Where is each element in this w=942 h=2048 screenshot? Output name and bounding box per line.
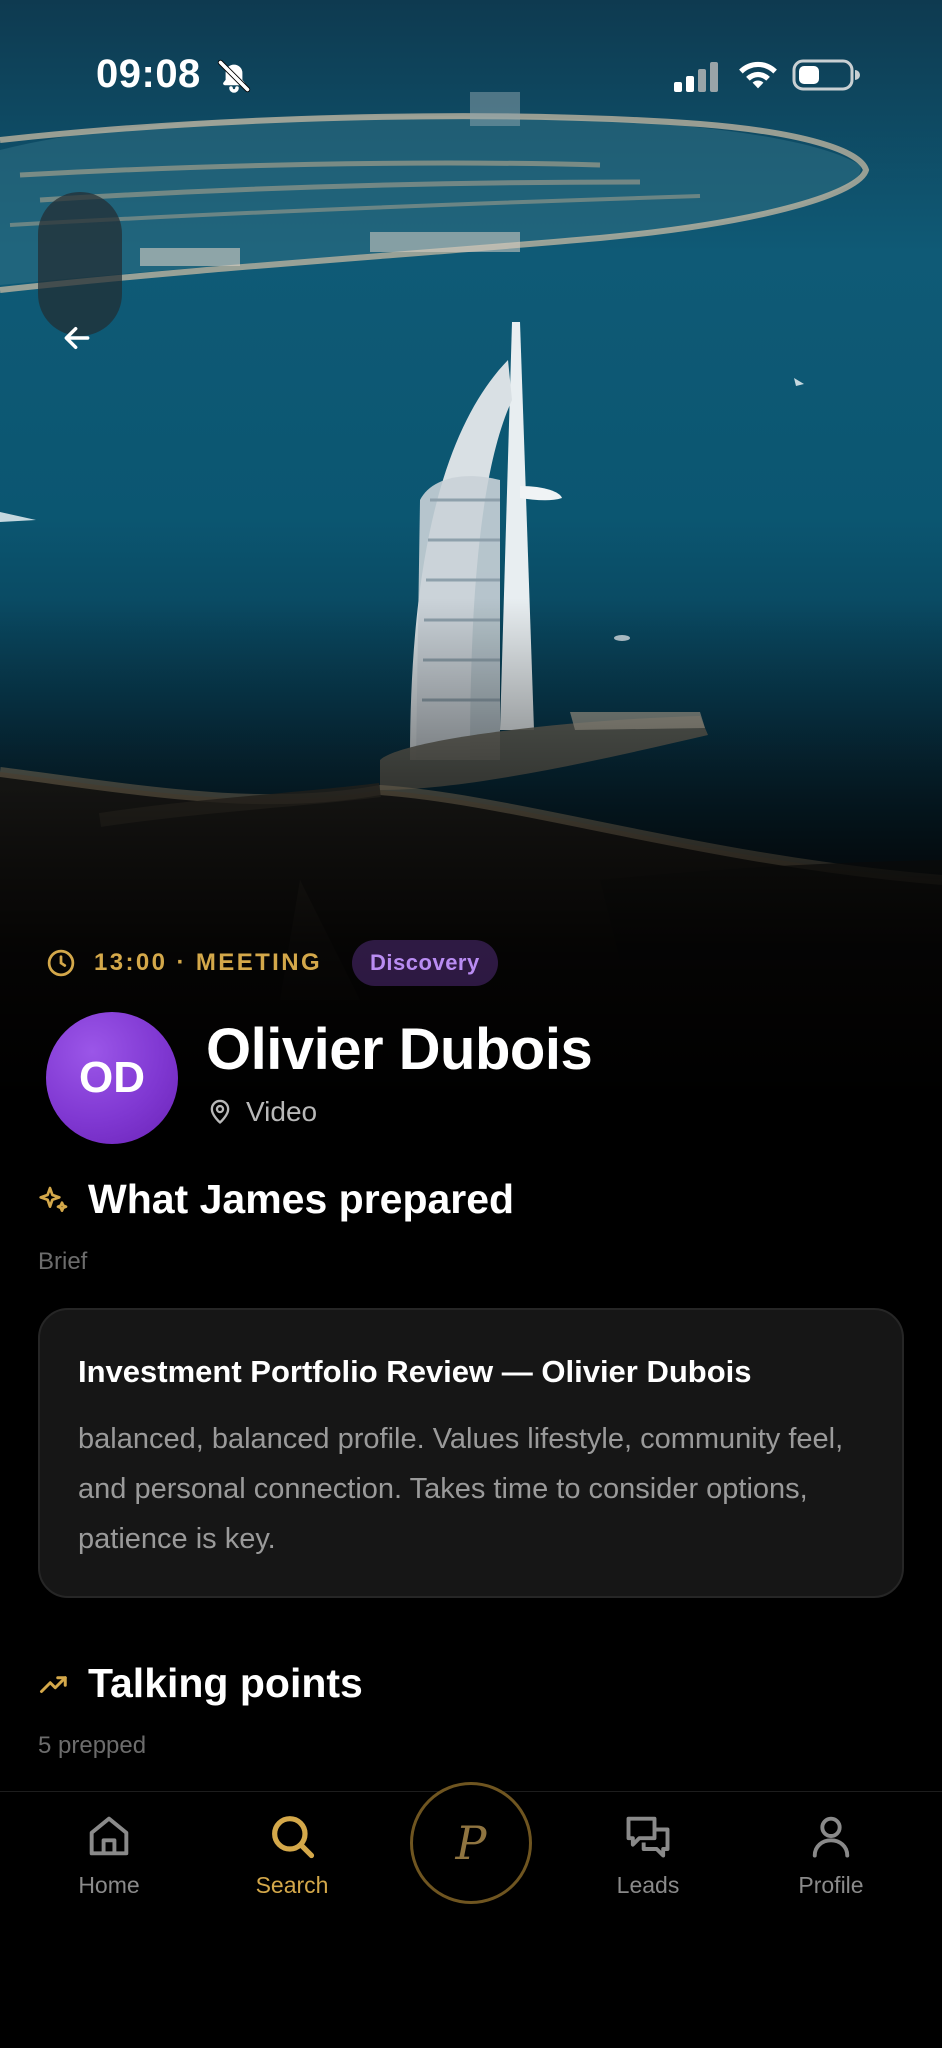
sparkles-icon bbox=[39, 1186, 68, 1212]
talking-points-title: Talking points bbox=[88, 1660, 363, 1706]
prepared-subtitle: Brief bbox=[38, 1248, 88, 1275]
home-icon bbox=[89, 1816, 129, 1856]
tab-profile[interactable]: Profile bbox=[756, 1810, 906, 1920]
back-button[interactable] bbox=[38, 192, 122, 336]
arrow-left-icon[interactable] bbox=[60, 322, 94, 354]
tab-search[interactable]: Search bbox=[217, 1810, 367, 1920]
prepared-section-header: What James prepared bbox=[38, 1176, 514, 1223]
tab-home[interactable]: Home bbox=[34, 1810, 184, 1920]
trending-up-icon bbox=[40, 1675, 67, 1693]
location-row: Video bbox=[206, 1096, 317, 1128]
avatar[interactable]: OD bbox=[46, 1012, 178, 1144]
center-logo-button[interactable]: P bbox=[410, 1782, 532, 1904]
wifi-icon bbox=[739, 61, 777, 89]
center-logo-letter: P bbox=[455, 1816, 487, 1870]
location-text: Video bbox=[246, 1096, 318, 1127]
chat-bubbles-icon bbox=[626, 1816, 670, 1858]
meeting-meta-row: 13:00 · MEETING Discovery bbox=[46, 940, 498, 986]
map-pin-icon bbox=[210, 1099, 230, 1124]
search-icon bbox=[272, 1816, 315, 1859]
person-icon bbox=[812, 1816, 850, 1858]
clock-icon bbox=[47, 949, 75, 977]
battery-icon bbox=[792, 59, 860, 91]
bell-slash-icon bbox=[217, 59, 251, 93]
brief-body: balanced, balanced profile. Values lifes… bbox=[78, 1423, 844, 1555]
meeting-tag-badge: Discovery bbox=[352, 940, 498, 986]
brief-card[interactable]: Investment Portfolio Review — Olivier Du… bbox=[38, 1308, 904, 1598]
tab-leads[interactable]: Leads bbox=[573, 1810, 723, 1920]
tab-profile-label: Profile bbox=[798, 1872, 864, 1898]
status-time: 09:08 bbox=[96, 52, 201, 96]
prepared-title: What James prepared bbox=[88, 1176, 515, 1222]
tab-bar: Home Search P Leads Profile bbox=[0, 1782, 942, 2048]
tab-leads-label: Leads bbox=[616, 1872, 680, 1898]
meeting-time-type: 13:00 · MEETING bbox=[94, 949, 323, 976]
tab-search-label: Search bbox=[255, 1872, 329, 1898]
status-bar: 09:08 bbox=[0, 0, 942, 150]
talking-points-header: Talking points bbox=[38, 1660, 363, 1707]
tab-home-label: Home bbox=[78, 1872, 140, 1898]
cellular-signal-icon bbox=[674, 62, 718, 92]
contact-name: Olivier Dubois bbox=[206, 1017, 593, 1082]
brief-title: Investment Portfolio Review — Olivier Du… bbox=[78, 1354, 752, 1389]
talking-points-subtitle: 5 prepped bbox=[38, 1732, 147, 1759]
